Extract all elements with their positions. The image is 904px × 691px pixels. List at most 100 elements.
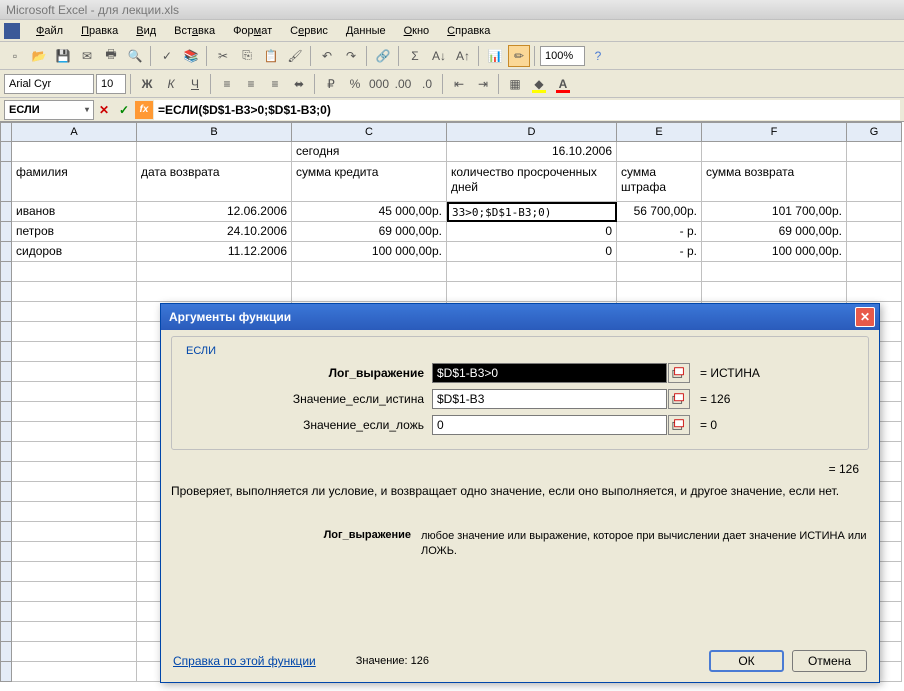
- save-icon[interactable]: 💾: [52, 45, 74, 67]
- cell[interactable]: 100 000,00р.: [702, 242, 847, 262]
- cell[interactable]: сумма кредита: [292, 162, 447, 202]
- cell[interactable]: фамилия: [12, 162, 137, 202]
- cell[interactable]: [847, 242, 902, 262]
- cell[interactable]: [292, 262, 447, 282]
- row-header[interactable]: [0, 662, 12, 682]
- comma-icon[interactable]: 000: [368, 73, 390, 95]
- col-header[interactable]: G: [847, 122, 902, 142]
- cancel-icon[interactable]: ✕: [95, 101, 113, 119]
- redo-icon[interactable]: ↷: [340, 45, 362, 67]
- row-header[interactable]: [0, 542, 12, 562]
- sum-icon[interactable]: Σ: [404, 45, 426, 67]
- cell[interactable]: [137, 282, 292, 302]
- cell[interactable]: [847, 222, 902, 242]
- cut-icon[interactable]: ✂: [212, 45, 234, 67]
- undo-icon[interactable]: ↶: [316, 45, 338, 67]
- row-header[interactable]: [0, 322, 12, 342]
- cell[interactable]: [447, 262, 617, 282]
- dec-decimal-icon[interactable]: .0: [416, 73, 438, 95]
- paste-icon[interactable]: 📋: [260, 45, 282, 67]
- cell[interactable]: сегодня: [292, 142, 447, 162]
- row-header[interactable]: [0, 282, 12, 302]
- menu-tools[interactable]: Сервис: [282, 23, 336, 39]
- arg-input[interactable]: [432, 389, 667, 409]
- cell[interactable]: [12, 482, 137, 502]
- size-select[interactable]: [96, 74, 126, 94]
- menu-format[interactable]: Формат: [225, 23, 280, 39]
- col-header[interactable]: E: [617, 122, 702, 142]
- menu-file[interactable]: Файл: [28, 23, 71, 39]
- chart-icon[interactable]: 📊: [484, 45, 506, 67]
- row-header[interactable]: [0, 642, 12, 662]
- cell[interactable]: - р.: [617, 242, 702, 262]
- new-icon[interactable]: ▫: [4, 45, 26, 67]
- align-right-icon[interactable]: ≡: [264, 73, 286, 95]
- percent-icon[interactable]: %: [344, 73, 366, 95]
- row-header[interactable]: [0, 142, 12, 162]
- dec-indent-icon[interactable]: ⇤: [448, 73, 470, 95]
- cell[interactable]: [12, 402, 137, 422]
- cell[interactable]: [137, 142, 292, 162]
- cell[interactable]: [847, 142, 902, 162]
- range-select-icon[interactable]: [668, 389, 690, 409]
- cell[interactable]: [702, 262, 847, 282]
- zoom-select[interactable]: [540, 46, 585, 66]
- borders-icon[interactable]: ▦: [504, 73, 526, 95]
- cell[interactable]: 45 000,00р.: [292, 202, 447, 222]
- row-header[interactable]: [0, 242, 12, 262]
- align-left-icon[interactable]: ≡: [216, 73, 238, 95]
- menu-view[interactable]: Вид: [128, 23, 164, 39]
- row-header[interactable]: [0, 402, 12, 422]
- row-header[interactable]: [0, 562, 12, 582]
- mail-icon[interactable]: ✉: [76, 45, 98, 67]
- help-link[interactable]: Справка по этой функции: [173, 654, 316, 668]
- cell[interactable]: [12, 542, 137, 562]
- row-header[interactable]: [0, 622, 12, 642]
- cell[interactable]: петров: [12, 222, 137, 242]
- inc-decimal-icon[interactable]: .00: [392, 73, 414, 95]
- row-header[interactable]: [0, 602, 12, 622]
- active-cell[interactable]: 33>0;$D$1-B3;0): [447, 202, 617, 222]
- formula-input[interactable]: [154, 100, 900, 120]
- dialog-titlebar[interactable]: Аргументы функции ✕: [161, 304, 879, 330]
- fx-icon[interactable]: fx: [135, 101, 153, 119]
- range-select-icon[interactable]: [668, 415, 690, 435]
- cell[interactable]: [617, 262, 702, 282]
- cell[interactable]: [12, 522, 137, 542]
- row-header[interactable]: [0, 422, 12, 442]
- cell[interactable]: 69 000,00р.: [702, 222, 847, 242]
- row-header[interactable]: [0, 442, 12, 462]
- cell[interactable]: [12, 262, 137, 282]
- cell[interactable]: 69 000,00р.: [292, 222, 447, 242]
- close-icon[interactable]: ✕: [855, 307, 875, 327]
- col-header[interactable]: F: [702, 122, 847, 142]
- cell[interactable]: [137, 262, 292, 282]
- cell[interactable]: [12, 342, 137, 362]
- cell[interactable]: [617, 282, 702, 302]
- italic-icon[interactable]: К: [160, 73, 182, 95]
- row-header[interactable]: [0, 522, 12, 542]
- font-select[interactable]: [4, 74, 94, 94]
- cell[interactable]: [12, 502, 137, 522]
- sort-desc-icon[interactable]: A↑: [452, 45, 474, 67]
- cell[interactable]: - р.: [617, 222, 702, 242]
- row-header[interactable]: [0, 482, 12, 502]
- row-header[interactable]: [0, 342, 12, 362]
- underline-icon[interactable]: Ч: [184, 73, 206, 95]
- cell[interactable]: [12, 582, 137, 602]
- format-painter-icon[interactable]: 🖌: [284, 45, 306, 67]
- name-box[interactable]: ЕСЛИ: [4, 100, 94, 120]
- cell[interactable]: [847, 262, 902, 282]
- cell[interactable]: сумма возврата: [702, 162, 847, 202]
- cell[interactable]: 56 700,00р.: [617, 202, 702, 222]
- menu-edit[interactable]: Правка: [73, 23, 126, 39]
- cell[interactable]: [702, 142, 847, 162]
- preview-icon[interactable]: 🔍: [124, 45, 146, 67]
- inc-indent-icon[interactable]: ⇥: [472, 73, 494, 95]
- cell[interactable]: [12, 362, 137, 382]
- currency-icon[interactable]: ₽: [320, 73, 342, 95]
- open-icon[interactable]: 📂: [28, 45, 50, 67]
- cell[interactable]: [12, 562, 137, 582]
- cell[interactable]: 24.10.2006: [137, 222, 292, 242]
- menu-window[interactable]: Окно: [396, 23, 438, 39]
